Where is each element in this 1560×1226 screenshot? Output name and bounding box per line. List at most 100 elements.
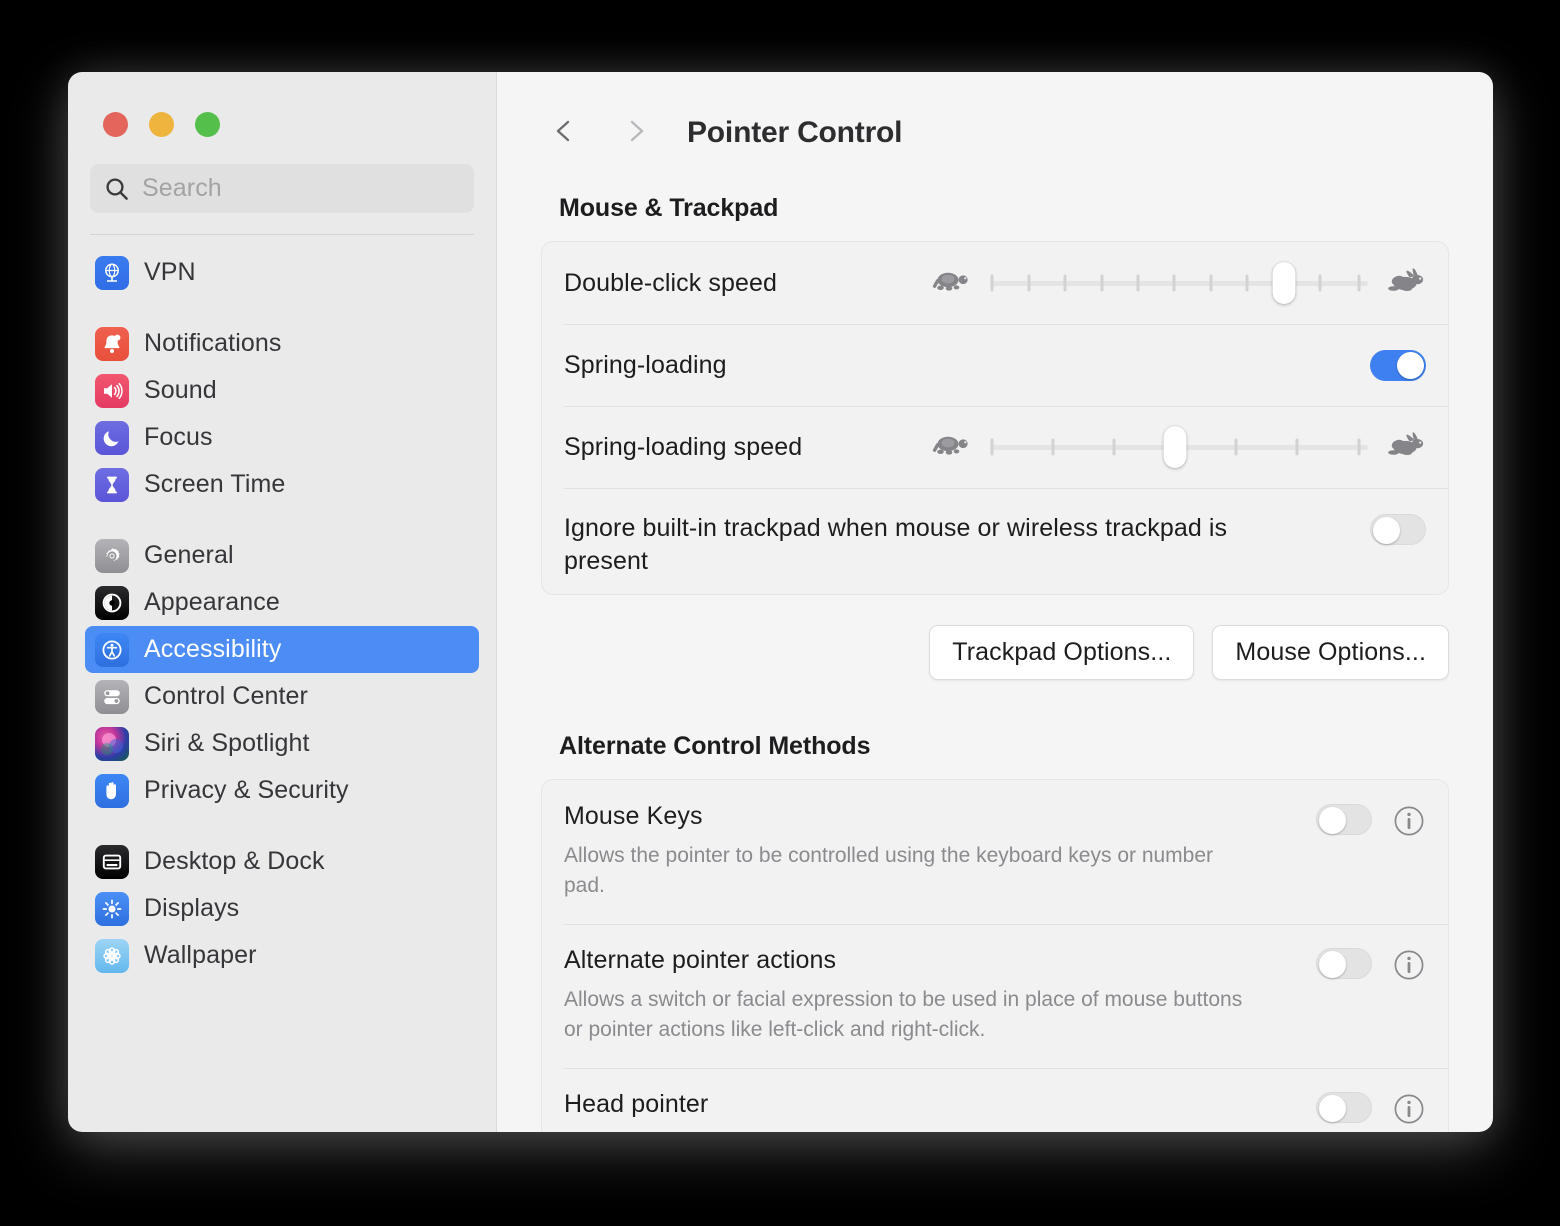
toggle-knob [1397, 351, 1424, 379]
spring-loading-label: Spring-loading [564, 350, 727, 379]
info-circle-icon[interactable] [1392, 1092, 1426, 1126]
sidebar-group: Desktop & Dock Displays Wallpaper [85, 838, 479, 979]
spring-loading-toggle[interactable] [1370, 349, 1426, 381]
turtle-icon [932, 431, 972, 464]
spring-loading-speed-slider-group [932, 426, 1426, 468]
sidebar-item-label: Wallpaper [144, 941, 257, 969]
search-icon [104, 176, 130, 202]
chevron-right-icon [621, 116, 651, 151]
sidebar-item-label: VPN [144, 258, 196, 286]
mouse-keys-text: Mouse Keys Allows the pointer to be cont… [564, 802, 1316, 902]
sidebar-item-label: Control Center [144, 682, 308, 710]
info-circle-icon[interactable] [1392, 948, 1426, 982]
mouse-options-button[interactable]: Mouse Options... [1212, 625, 1449, 680]
mouse-keys-controls [1316, 802, 1426, 902]
spring-loading-speed-slider[interactable] [990, 426, 1368, 468]
sidebar-item-screen-time[interactable]: Screen Time [85, 461, 479, 508]
double-click-speed-slider-group [932, 262, 1426, 304]
spring-loading-speed-label: Spring-loading speed [564, 432, 803, 461]
slider-track [990, 280, 1368, 286]
close-button[interactable] [103, 112, 128, 137]
sidebar-item-vpn[interactable]: VPN [85, 249, 479, 296]
turtle-icon [932, 267, 972, 300]
desktop-dock-icon [95, 844, 129, 879]
accessibility-person-icon [95, 632, 129, 667]
control-center-toggles-icon [95, 679, 129, 714]
sidebar-item-label: Privacy & Security [144, 776, 349, 804]
search-placeholder: Search [142, 174, 222, 202]
alternate-pointer-actions-text: Alternate pointer actions Allows a switc… [564, 946, 1316, 1046]
row-alternate-pointer-actions: Alternate pointer actions Allows a switc… [542, 923, 1448, 1068]
sidebar-nav[interactable]: VPN Notifications Sound Focus Screen Tim… [68, 235, 496, 1132]
sidebar-item-appearance[interactable]: Appearance [85, 579, 479, 626]
alternate-control-card: Mouse Keys Allows the pointer to be cont… [541, 779, 1449, 1132]
sidebar-item-label: Displays [144, 894, 240, 922]
slider-thumb[interactable] [1272, 262, 1296, 304]
slider-thumb[interactable] [1163, 426, 1187, 468]
screen-time-hourglass-icon [95, 467, 129, 502]
mouse-keys-description: Allows the pointer to be controlled usin… [564, 844, 1214, 898]
sidebar-item-label: Sound [144, 376, 217, 404]
rabbit-icon [1386, 431, 1426, 464]
mouse-trackpad-card: Double-click speed Spring-loading Spring… [541, 241, 1449, 595]
sidebar-item-displays[interactable]: Displays [85, 885, 479, 932]
sidebar-item-label: Appearance [144, 588, 280, 616]
search-input[interactable]: Search [90, 164, 474, 213]
head-pointer-toggle[interactable] [1316, 1091, 1372, 1123]
search-container: Search [68, 137, 496, 235]
sidebar-group: General Appearance Accessibility Control… [85, 532, 479, 814]
content-header: Pointer Control [497, 72, 1493, 156]
toggle-knob [1319, 807, 1346, 834]
ignore-builtin-trackpad-toggle[interactable] [1370, 514, 1426, 545]
sidebar-item-siri-spotlight[interactable]: Siri & Spotlight [85, 720, 479, 767]
back-button[interactable] [541, 110, 587, 156]
focus-moon-icon [95, 420, 129, 455]
minimize-button[interactable] [149, 112, 174, 137]
sidebar-group: Notifications Sound Focus Screen Time [85, 320, 479, 508]
row-spring-loading: Spring-loading [542, 324, 1448, 406]
double-click-speed-slider[interactable] [990, 262, 1368, 304]
traffic-lights [68, 72, 496, 137]
alternate-pointer-actions-description: Allows a switch or facial expression to … [564, 987, 1243, 1042]
sidebar-item-label: Siri & Spotlight [144, 729, 310, 757]
ignore-builtin-trackpad-label: Ignore built-in trackpad when mouse or w… [564, 514, 1228, 575]
head-pointer-title: Head pointer [564, 1089, 709, 1118]
toggle-knob [1373, 517, 1400, 544]
head-pointer-controls [1316, 1090, 1426, 1132]
sidebar-item-focus[interactable]: Focus [85, 414, 479, 461]
toggle-knob [1319, 1094, 1346, 1122]
sidebar: Search VPN Notifications Sound Focus Scr… [68, 72, 497, 1132]
displays-brightness-icon [95, 891, 129, 926]
sidebar-item-notifications[interactable]: Notifications [85, 320, 479, 367]
info-circle-icon[interactable] [1392, 804, 1426, 838]
sidebar-item-wallpaper[interactable]: Wallpaper [85, 932, 479, 979]
alternate-pointer-actions-controls [1316, 946, 1426, 1046]
sidebar-item-accessibility[interactable]: Accessibility [85, 626, 479, 673]
row-double-click-speed: Double-click speed [542, 242, 1448, 324]
sidebar-item-sound[interactable]: Sound [85, 367, 479, 414]
sidebar-item-privacy-security[interactable]: Privacy & Security [85, 767, 479, 814]
alternate-pointer-actions-toggle[interactable] [1316, 947, 1372, 979]
head-pointer-description: Allows the pointer to be controlled usin… [564, 1129, 1254, 1133]
sidebar-item-label: Notifications [144, 329, 282, 357]
wallpaper-flower-icon [95, 938, 129, 973]
sidebar-item-control-center[interactable]: Control Center [85, 673, 479, 720]
settings-window: Search VPN Notifications Sound Focus Scr… [68, 72, 1493, 1132]
sidebar-item-general[interactable]: General [85, 532, 479, 579]
row-head-pointer: Head pointer Allows the pointer to be co… [542, 1067, 1448, 1133]
row-mouse-keys: Mouse Keys Allows the pointer to be cont… [542, 780, 1448, 924]
section-title-mouse-trackpad: Mouse & Trackpad [559, 194, 779, 222]
zoom-button[interactable] [195, 112, 220, 137]
settings-scroll-area[interactable]: Mouse & Trackpad Double-click speed Spri… [497, 156, 1493, 1132]
sidebar-item-label: Focus [144, 423, 213, 451]
mouse-keys-toggle[interactable] [1316, 804, 1372, 835]
options-button-row: Trackpad Options... Mouse Options... [541, 625, 1449, 680]
sidebar-item-desktop-dock[interactable]: Desktop & Dock [85, 838, 479, 885]
forward-button[interactable] [613, 110, 659, 156]
sidebar-item-label: Accessibility [144, 635, 282, 663]
sound-speaker-icon [95, 373, 129, 408]
toggle-knob [1319, 950, 1346, 978]
trackpad-options-button[interactable]: Trackpad Options... [929, 625, 1195, 680]
sidebar-item-label: Screen Time [144, 470, 286, 498]
sidebar-group: VPN [85, 249, 479, 296]
